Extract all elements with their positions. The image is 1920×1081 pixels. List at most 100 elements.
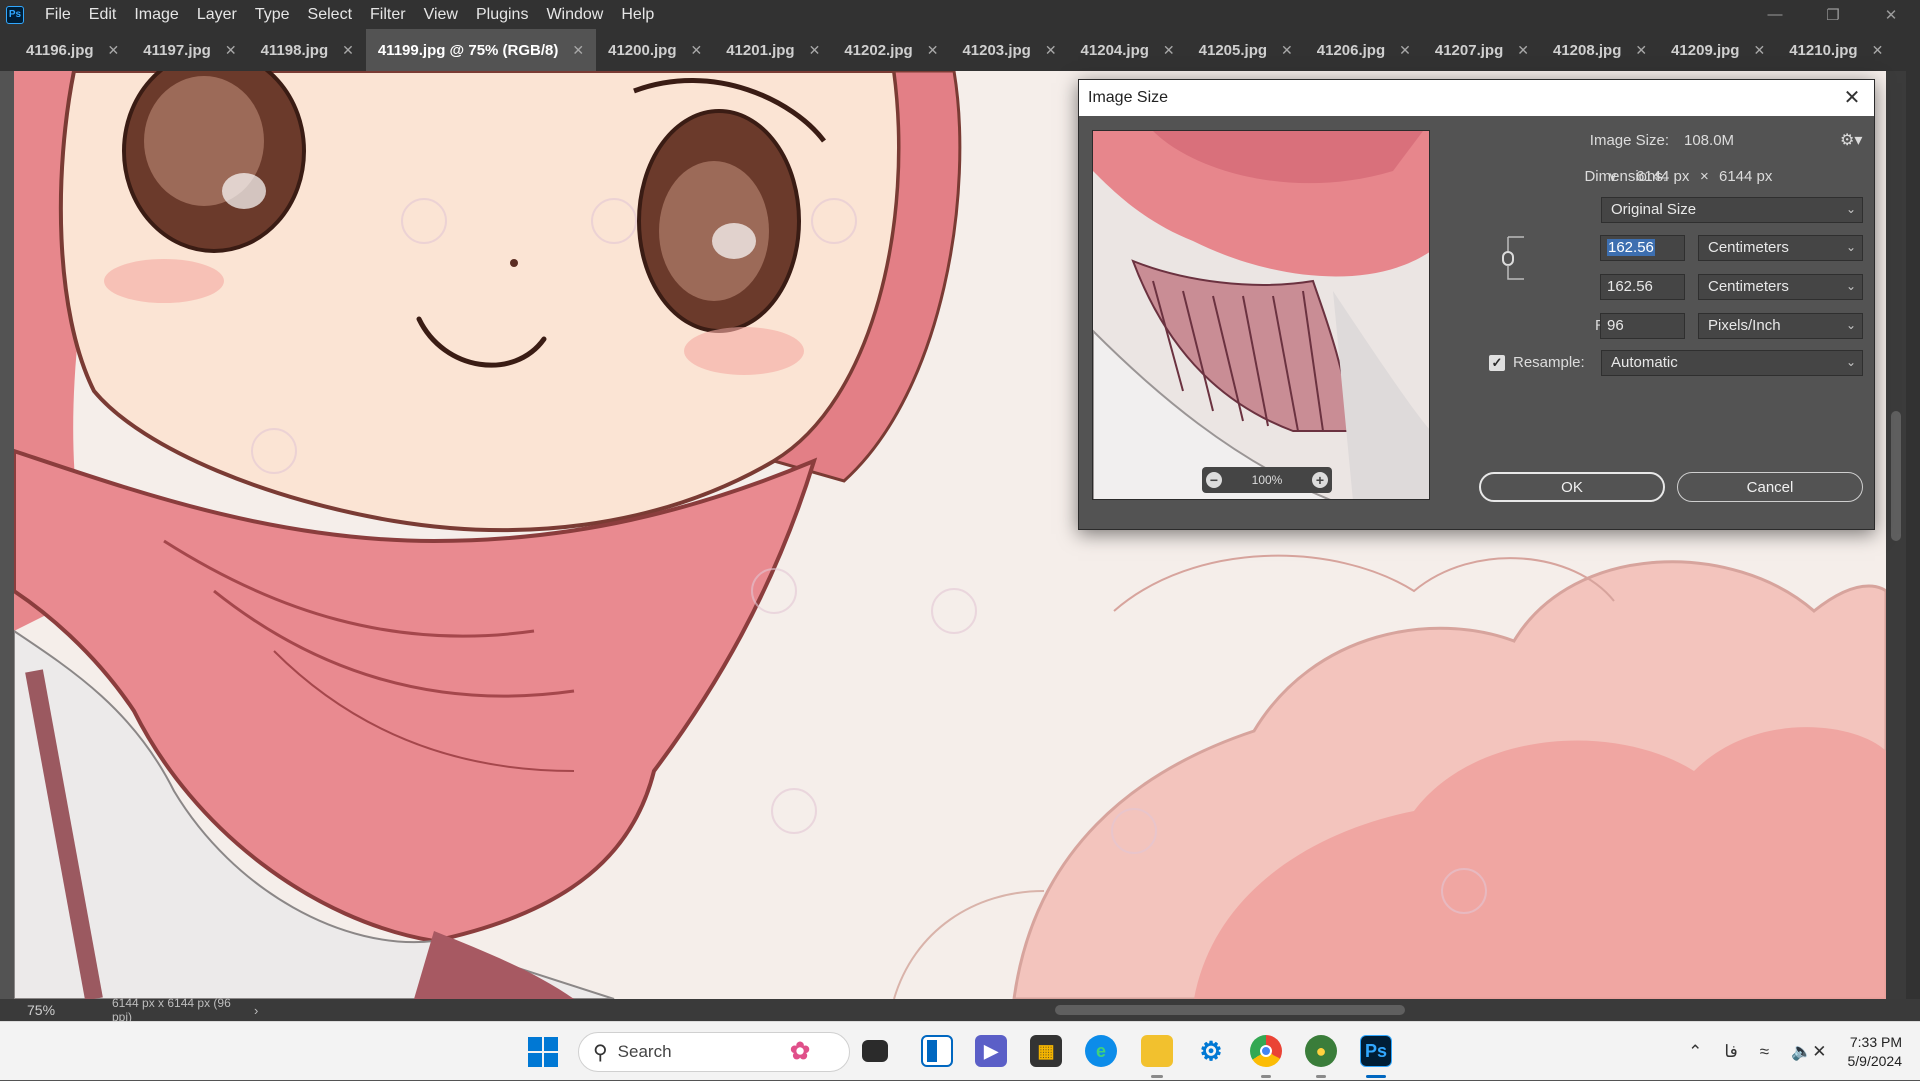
store-icon[interactable]: ▦ <box>1030 1035 1062 1067</box>
width-unit-dropdown[interactable]: Centimeters ⌄ <box>1698 235 1863 261</box>
close-window-icon[interactable]: ✕ <box>1862 0 1920 29</box>
chevron-down-icon[interactable]: ∨ <box>1608 169 1624 185</box>
close-icon[interactable]: ✕ <box>1840 86 1864 110</box>
chevron-down-icon: ⌄ <box>1845 202 1856 216</box>
vertical-scrollbar[interactable] <box>1886 71 1906 999</box>
menu-file[interactable]: File <box>36 0 80 29</box>
tab-label: 41207.jpg <box>1434 41 1504 59</box>
menu-select[interactable]: Select <box>299 0 361 29</box>
close-icon[interactable]: ✕ <box>1399 42 1411 59</box>
menu-help[interactable]: Help <box>612 0 663 29</box>
app-running-indicator <box>1261 1075 1271 1078</box>
tab-label: 41201.jpg <box>726 41 795 59</box>
wifi-icon[interactable]: ≈ <box>1760 1042 1769 1062</box>
height-input[interactable]: 162.56 <box>1600 274 1685 300</box>
menu-filter[interactable]: Filter <box>361 0 415 29</box>
tab-41204[interactable]: 41204.jpg ✕ <box>1068 29 1187 71</box>
chevron-up-icon[interactable]: ⌃ <box>1688 1042 1702 1062</box>
gear-icon[interactable]: ⚙▾ <box>1840 130 1862 150</box>
close-icon[interactable]: ✕ <box>572 42 584 59</box>
tab-41202[interactable]: 41202.jpg ✕ <box>832 29 951 71</box>
teams-icon[interactable]: ▶ <box>975 1035 1007 1067</box>
tab-41206[interactable]: 41206.jpg ✕ <box>1304 29 1423 71</box>
height-unit-dropdown[interactable]: Centimeters ⌄ <box>1698 274 1863 300</box>
tab-41201[interactable]: 41201.jpg ✕ <box>714 29 833 71</box>
scroll-thumb[interactable] <box>1891 411 1901 541</box>
close-icon[interactable]: ✕ <box>1045 42 1057 59</box>
tab-41208[interactable]: 41208.jpg ✕ <box>1540 29 1660 71</box>
tab-41210[interactable]: 41210.jpg ✕ <box>1777 29 1896 71</box>
windows-start-icon[interactable] <box>528 1037 558 1067</box>
menu-view[interactable]: View <box>415 0 467 29</box>
menu-type[interactable]: Type <box>246 0 299 29</box>
close-icon[interactable]: ✕ <box>108 42 120 59</box>
settings-icon[interactable]: ⚙ <box>1195 1035 1227 1067</box>
close-icon[interactable]: ✕ <box>1753 42 1765 59</box>
minimize-icon[interactable]: — <box>1746 0 1804 29</box>
resample-checkbox[interactable]: ✓ <box>1489 355 1505 371</box>
tab-label: 41208.jpg <box>1552 41 1622 59</box>
chevron-right-icon[interactable]: › <box>254 1003 284 1018</box>
tab-41197[interactable]: 41197.jpg ✕ <box>131 29 249 71</box>
tab-41196[interactable]: 41196.jpg ✕ <box>14 29 132 71</box>
resolution-unit-dropdown[interactable]: Pixels/Inch ⌄ <box>1698 313 1863 339</box>
task-view-icon[interactable] <box>921 1035 953 1067</box>
width-input[interactable]: 162.56 <box>1600 235 1685 261</box>
document-tabs: 41196.jpg ✕ 41197.jpg ✕ 41198.jpg ✕ 41199.j… <box>0 29 1920 71</box>
menu-layer[interactable]: Layer <box>188 0 246 29</box>
zoom-out-icon[interactable]: − <box>1206 472 1222 488</box>
close-icon[interactable]: ✕ <box>927 42 939 59</box>
cancel-button[interactable]: Cancel <box>1677 472 1863 502</box>
menu-edit[interactable]: Edit <box>80 0 126 29</box>
clock[interactable]: 7:33 PM 5/9/2024 <box>1848 1033 1903 1071</box>
fit-to-dropdown[interactable]: Original Size ⌄ <box>1601 197 1863 223</box>
folder-icon[interactable] <box>1141 1035 1173 1067</box>
scroll-thumb[interactable] <box>1055 1005 1405 1015</box>
close-icon[interactable]: ✕ <box>1517 42 1529 59</box>
photoshop-logo[interactable]: Ps <box>6 5 24 24</box>
widgets-icon[interactable]: ✿ <box>784 1035 816 1067</box>
horizontal-scrollbar[interactable] <box>320 1003 1890 1017</box>
close-icon[interactable]: ✕ <box>1635 42 1647 59</box>
image-preview[interactable]: − 100% + <box>1092 130 1430 500</box>
close-icon[interactable]: ✕ <box>342 42 354 59</box>
app-running-indicator <box>1316 1075 1326 1078</box>
ok-button[interactable]: OK <box>1479 472 1665 502</box>
menu-plugins[interactable]: Plugins <box>467 0 537 29</box>
close-icon[interactable]: ✕ <box>1163 42 1175 59</box>
zoom-level[interactable]: 75% <box>0 1002 74 1018</box>
photoshop-icon[interactable]: Ps <box>1360 1035 1392 1067</box>
close-icon[interactable]: ✕ <box>225 42 237 59</box>
close-icon[interactable]: ✕ <box>690 42 702 59</box>
menu-image[interactable]: Image <box>125 0 187 29</box>
tab-41209[interactable]: 41209.jpg ✕ <box>1659 29 1778 71</box>
tab-41207[interactable]: 41207.jpg ✕ <box>1422 29 1541 71</box>
speaker-muted-icon[interactable]: 🔈✕ <box>1791 1042 1826 1062</box>
app-running-indicator <box>1151 1075 1163 1078</box>
tab-41205[interactable]: 41205.jpg ✕ <box>1186 29 1305 71</box>
resample-dropdown[interactable]: Automatic ⌄ <box>1601 350 1863 376</box>
restore-icon[interactable]: ❐ <box>1804 0 1862 29</box>
chrome-icon[interactable] <box>1250 1035 1282 1067</box>
language-indicator[interactable]: فا <box>1724 1042 1737 1062</box>
height-unit: Centimeters <box>1708 278 1789 295</box>
tab-41199-active[interactable]: 41199.jpg @ 75% (RGB/8) ✕ <box>365 29 597 71</box>
dialog-title: Image Size <box>1088 89 1169 106</box>
tab-41200[interactable]: 41200.jpg ✕ <box>596 29 715 71</box>
menu-window[interactable]: Window <box>537 0 612 29</box>
tab-41198[interactable]: 41198.jpg ✕ <box>248 29 366 71</box>
resolution-input[interactable]: 96 <box>1600 313 1685 339</box>
dimension-times: × <box>1700 168 1709 185</box>
tab-label: 41198.jpg <box>260 41 329 59</box>
zoom-in-icon[interactable]: + <box>1311 472 1328 488</box>
close-icon[interactable]: ✕ <box>809 42 821 59</box>
close-icon[interactable]: ✕ <box>1281 42 1293 59</box>
tab-41203[interactable]: 41203.jpg ✕ <box>950 29 1069 71</box>
width-unit: Centimeters <box>1708 239 1789 256</box>
dialog-titlebar: Image Size ✕ <box>1079 80 1874 116</box>
edge-icon[interactable]: e <box>1085 1035 1117 1067</box>
tab-label: 41202.jpg <box>844 41 913 59</box>
close-icon[interactable]: ✕ <box>1872 42 1884 59</box>
globe-icon[interactable]: ● <box>1305 1035 1337 1067</box>
file-explorer-icon[interactable] <box>862 1040 888 1062</box>
